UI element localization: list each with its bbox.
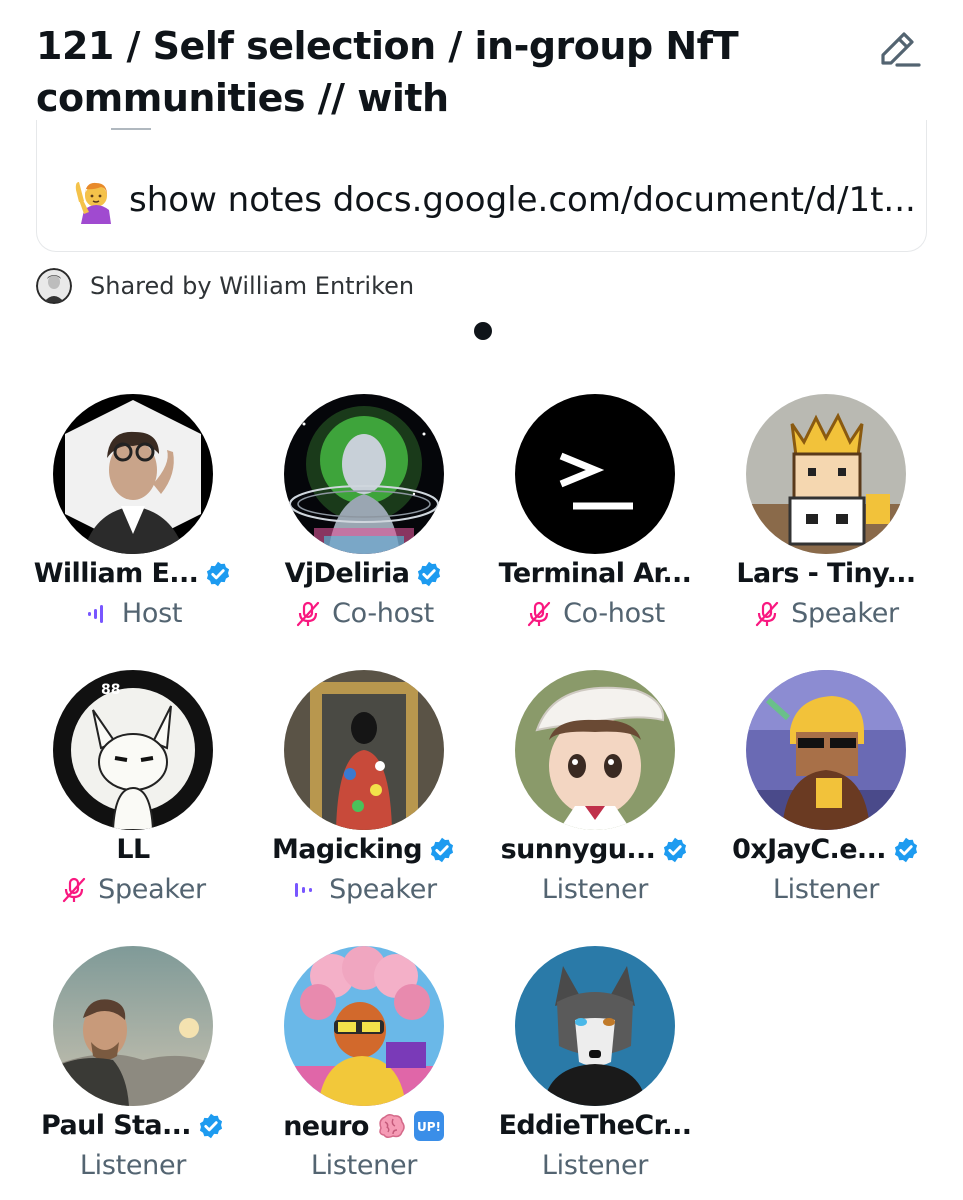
participant-name-row: VjDeliria	[249, 558, 479, 589]
participant-card[interactable]: VjDeliria Co-host	[249, 394, 479, 664]
svg-text:UP!: UP!	[417, 1120, 441, 1134]
verified-badge-icon	[199, 1113, 223, 1138]
participant-card[interactable]: neuro UP! Listener	[249, 946, 479, 1200]
participant-name: LL	[116, 834, 150, 865]
participant-role-row: Listener	[480, 1150, 710, 1181]
participant-name-row: sunnygu...	[480, 834, 710, 865]
space-header: 121 / Self selection / in-group NfT comm…	[36, 20, 856, 124]
participant-name: VjDeliria	[284, 558, 410, 589]
mic-muted-icon	[756, 601, 779, 626]
participant-name-row: Paul Sta...	[18, 1110, 248, 1141]
space-title-line-2: communities // with	[36, 76, 449, 120]
participant-role-row: Listener	[18, 1150, 248, 1181]
participant-avatar	[515, 670, 675, 830]
participant-name: neuro	[283, 1110, 369, 1142]
verified-badge-icon	[207, 561, 230, 586]
participant-name: 0xJayC.e...	[732, 834, 886, 865]
participant-name: EddieTheCr...	[498, 1110, 692, 1141]
shared-by-avatar	[36, 268, 72, 304]
participant-avatar	[284, 946, 444, 1106]
carousel-page-indicator	[474, 322, 492, 340]
mic-muted-icon	[63, 877, 86, 902]
person-raising-hand-emoji-icon	[75, 182, 111, 224]
participant-name-row: Terminal Ar...	[480, 558, 710, 589]
participant-card[interactable]: Paul Sta... Listener	[18, 946, 248, 1200]
participant-name-row: LL	[18, 834, 248, 865]
participant-role: Host	[121, 598, 183, 629]
space-title: 121 / Self selection / in-group NfT comm…	[36, 20, 856, 124]
speaking-icon	[295, 882, 313, 897]
space-description-card: show notes docs.google.com/document/d/1t…	[36, 120, 927, 252]
participant-role: Listener	[79, 1150, 187, 1181]
participant-role-row: Listener	[480, 874, 710, 905]
participant-name: sunnygu...	[500, 834, 656, 865]
participant-role: Speaker	[791, 598, 899, 629]
participant-name-row: EddieTheCr...	[480, 1110, 710, 1141]
participant-role-row: Host	[18, 598, 248, 629]
svg-text:88: 88	[101, 682, 120, 698]
participant-role: Listener	[310, 1150, 418, 1181]
description-text[interactable]: show notes docs.google.com/document/d/1t…	[129, 180, 916, 220]
brain-emoji-icon	[379, 1113, 405, 1139]
verified-badge-icon	[664, 837, 687, 862]
participant-card[interactable]: Magicking Speaker	[249, 670, 479, 940]
mic-muted-icon	[296, 601, 320, 626]
participant-avatar	[515, 394, 675, 554]
space-title-line-1: 121 / Self selection / in-group NfT	[36, 24, 739, 68]
participant-role: Speaker	[98, 874, 206, 905]
participant-role: Co-host	[563, 598, 665, 629]
participant-card[interactable]: Terminal Ar... Co-host	[480, 394, 710, 664]
participant-role-row: Listener	[249, 1150, 479, 1181]
participant-role: Listener	[772, 874, 880, 905]
participant-role-row: Speaker	[18, 874, 248, 905]
participant-role-row: Speaker	[711, 598, 941, 629]
participant-card[interactable]: sunnygu... Listener	[480, 670, 710, 940]
participant-name: William E...	[33, 558, 199, 589]
participant-role-row: Listener	[711, 874, 941, 905]
participant-card[interactable]: 0xJayC.e... Listener	[711, 670, 941, 940]
participant-card[interactable]: EddieTheCr... Listener	[480, 946, 710, 1200]
participant-card[interactable]: William E... Host	[18, 394, 248, 664]
participant-avatar	[284, 394, 444, 554]
participant-avatar	[284, 670, 444, 830]
speaking-icon	[87, 604, 103, 623]
participant-name-row: neuro UP!	[249, 1110, 479, 1142]
shared-by-text: Shared by William Entriken	[90, 272, 415, 300]
description-scroll-fade	[77, 120, 151, 132]
participant-name-row: 0xJayC.e...	[711, 834, 941, 865]
participant-name: Terminal Ar...	[498, 558, 692, 589]
participant-role-row: Co-host	[480, 598, 710, 629]
verified-badge-icon	[430, 837, 454, 862]
participant-role: Listener	[541, 874, 649, 905]
mic-muted-icon	[527, 601, 551, 626]
edit-button[interactable]	[872, 22, 924, 74]
participant-avatar: 88	[53, 670, 213, 830]
participant-avatar	[746, 394, 906, 554]
participant-card[interactable]: 88 LL Speaker	[18, 670, 248, 940]
verified-badge-icon	[418, 561, 441, 586]
participant-name: Magicking	[271, 834, 423, 865]
participant-name: Paul Sta...	[41, 1110, 192, 1141]
shared-by-row[interactable]: Shared by William Entriken	[36, 268, 414, 304]
participant-role: Co-host	[332, 598, 434, 629]
participant-name: Lars - Tiny...	[736, 558, 916, 589]
participant-avatar	[515, 946, 675, 1106]
participant-avatar	[746, 670, 906, 830]
up-button-emoji-icon: UP!	[413, 1111, 444, 1141]
participant-name-row: William E...	[18, 558, 248, 589]
participant-role: Listener	[541, 1150, 649, 1181]
edit-pencil-icon	[881, 32, 921, 67]
participant-name-row: Magicking	[249, 834, 479, 865]
verified-badge-icon	[894, 837, 917, 862]
participant-avatar	[53, 394, 213, 554]
participant-role: Speaker	[329, 874, 437, 905]
participant-role-row: Co-host	[249, 598, 479, 629]
participant-card[interactable]: Lars - Tiny... Speaker	[711, 394, 941, 664]
description-line: show notes docs.google.com/document/d/1t…	[69, 176, 916, 224]
participant-name-row: Lars - Tiny...	[711, 558, 941, 589]
participant-role-row: Speaker	[249, 874, 479, 905]
participant-avatar	[53, 946, 213, 1106]
